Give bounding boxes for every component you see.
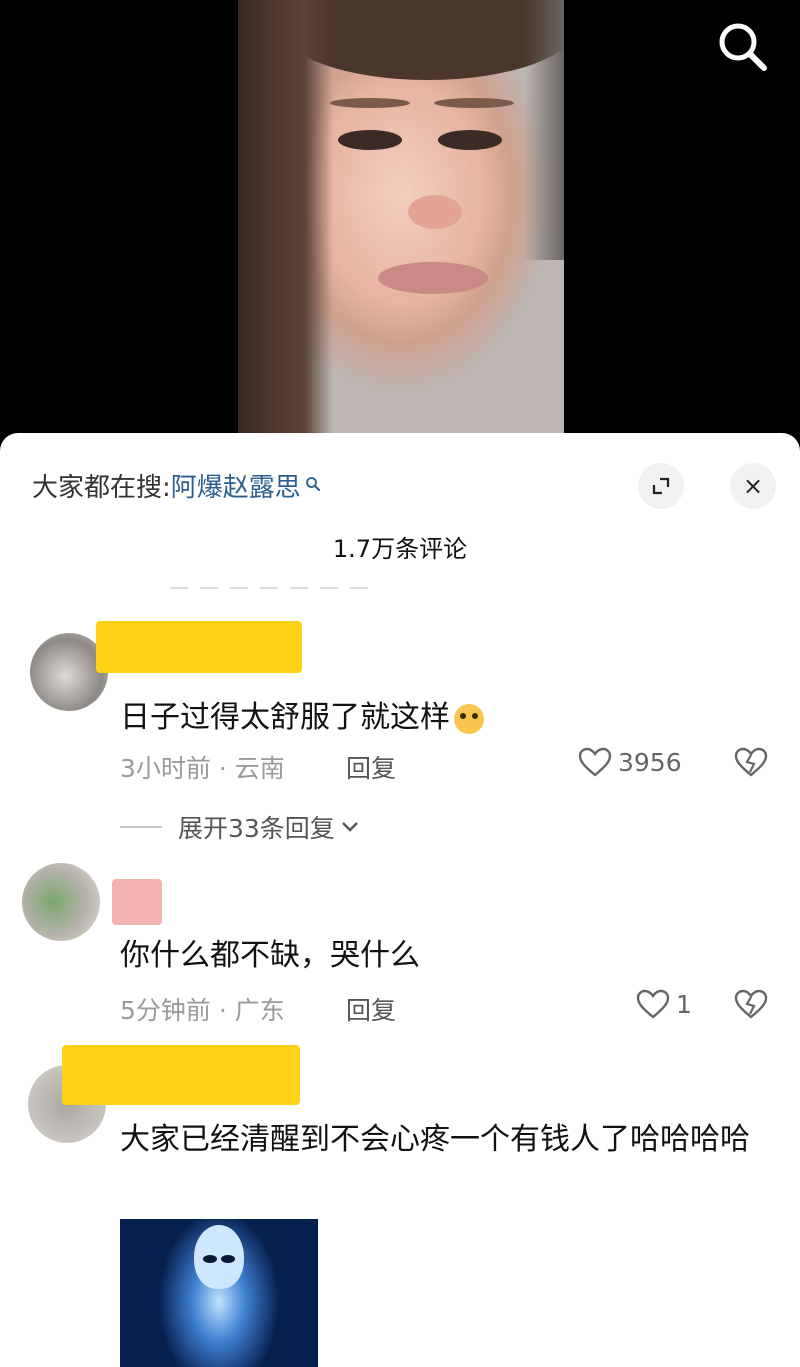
reply-button[interactable]: 回复	[346, 991, 396, 1027]
comment-count: 1.7万条评论	[332, 535, 468, 563]
alien-eye	[221, 1255, 235, 1263]
comment-text-content: 日子过得太舒服了就这样	[120, 700, 450, 735]
like-count: 1	[676, 989, 692, 1019]
censored-username	[96, 621, 302, 673]
trending-search[interactable]: 大家都在搜:阿爆赵露思	[32, 467, 321, 504]
expand-icon[interactable]	[638, 463, 684, 509]
divider	[170, 587, 370, 589]
reply-button[interactable]: 回复	[346, 749, 396, 785]
left-eye	[338, 130, 402, 150]
comment-sheet: 大家都在搜:阿爆赵露思 × 1.7万条评论 日子过得太舒服了就这样 3小时前 ·…	[0, 433, 800, 1367]
comment-meta: 3小时前 · 云南	[120, 754, 285, 783]
trending-query-link[interactable]: 阿爆赵露思	[171, 473, 301, 503]
right-eye	[438, 130, 502, 150]
comment-text: 大家已经清醒到不会心疼一个有钱人了哈哈哈哈	[120, 1122, 750, 1157]
divider	[120, 826, 162, 828]
dislike-icon[interactable]	[734, 747, 768, 781]
hair-shape-left	[238, 0, 333, 460]
dislike-icon[interactable]	[734, 989, 768, 1023]
background-wall	[524, 0, 564, 260]
like-button[interactable]: 3956	[578, 747, 682, 777]
video-player[interactable]	[0, 0, 800, 460]
alien-image[interactable]	[120, 1219, 318, 1367]
close-button[interactable]: ×	[730, 463, 776, 509]
search-small-icon	[305, 469, 321, 499]
like-button[interactable]: 1	[636, 989, 692, 1019]
censored-username	[62, 1045, 300, 1105]
heart-icon	[636, 989, 670, 1019]
comment-meta: 5分钟前 · 广东	[120, 996, 285, 1025]
like-count: 3956	[618, 747, 682, 777]
left-brow	[330, 98, 410, 108]
nose	[408, 195, 462, 229]
mouth	[378, 262, 488, 294]
search-icon[interactable]	[712, 16, 772, 76]
right-brow	[434, 98, 514, 108]
heart-icon	[578, 747, 612, 777]
expand-replies-label: 展开33条回复	[178, 814, 335, 843]
censored-username	[112, 879, 162, 925]
avatar[interactable]	[22, 863, 100, 941]
smiling-face-emoji-icon	[454, 703, 484, 734]
video-frame	[238, 0, 564, 460]
trending-label: 大家都在搜:	[32, 473, 171, 503]
alien-eye	[203, 1255, 217, 1263]
comment-text: 你什么都不缺，哭什么	[120, 938, 420, 973]
expand-replies-button[interactable]: 展开33条回复	[120, 809, 359, 845]
alien-head	[194, 1225, 244, 1289]
comment-text: 日子过得太舒服了就这样	[120, 695, 760, 741]
chevron-down-icon	[341, 822, 358, 832]
